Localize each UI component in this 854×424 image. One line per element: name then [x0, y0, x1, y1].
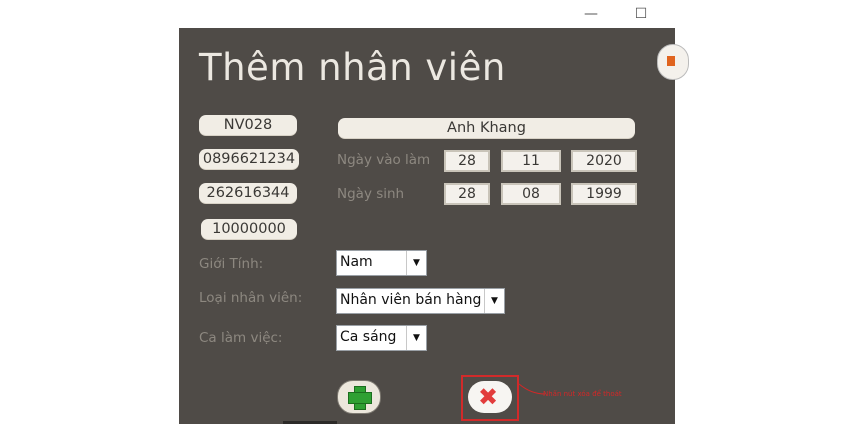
employee-type-value: Nhân viên bán hàng [340, 292, 482, 308]
chevron-down-icon[interactable]: ▼ [484, 289, 504, 313]
minimize-button[interactable]: — [581, 4, 601, 24]
gender-label: Giới Tính: [199, 256, 264, 272]
close-button[interactable]: ✖ [468, 381, 512, 413]
start-year-field[interactable]: 2020 [571, 150, 637, 172]
birth-day-field[interactable]: 28 [444, 183, 490, 205]
gender-select[interactable]: Nam ▼ [336, 250, 427, 276]
shift-value: Ca sáng [340, 329, 397, 345]
start-date-label: Ngày vào làm [337, 152, 431, 168]
birth-date-label: Ngày sinh [337, 186, 405, 202]
add-employee-form: Thêm nhân viên NV028 0896621234 26261634… [179, 28, 675, 424]
gender-value: Nam [340, 254, 373, 270]
close-icon: ✖ [478, 383, 499, 411]
birth-month-field[interactable]: 08 [501, 183, 561, 205]
employee-id-field[interactable]: NV028 [199, 115, 297, 135]
phone-field[interactable]: 0896621234 [199, 149, 299, 169]
partial-icon [667, 56, 675, 66]
maximize-button[interactable]: ☐ [631, 4, 651, 24]
salary-field[interactable]: 10000000 [201, 219, 297, 239]
id-number-field[interactable]: 262616344 [199, 183, 297, 203]
chevron-down-icon[interactable]: ▼ [406, 326, 426, 350]
annotation-note: Nhấn nút xóa để thoát [543, 390, 622, 398]
birth-year-field[interactable]: 1999 [571, 183, 637, 205]
page-title: Thêm nhân viên [199, 46, 506, 89]
shift-label: Ca làm việc: [199, 330, 283, 346]
chevron-down-icon[interactable]: ▼ [406, 251, 426, 275]
start-month-field[interactable]: 11 [501, 150, 561, 172]
add-employee-button[interactable] [337, 380, 381, 414]
shift-select[interactable]: Ca sáng ▼ [336, 325, 427, 351]
partial-side-button[interactable] [657, 44, 689, 80]
employee-type-select[interactable]: Nhân viên bán hàng ▼ [336, 288, 505, 314]
window-titlebar: — ☐ [179, 0, 675, 28]
start-day-field[interactable]: 28 [444, 150, 490, 172]
name-field[interactable]: Anh Khang [338, 118, 635, 138]
employee-type-label: Loại nhân viên: [199, 290, 303, 306]
